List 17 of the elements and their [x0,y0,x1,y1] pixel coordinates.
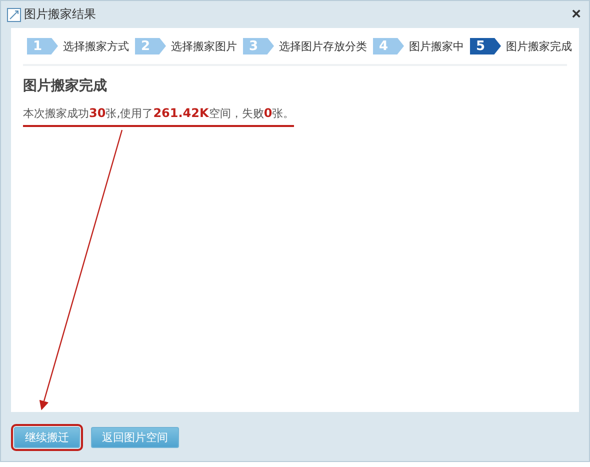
action-button[interactable]: 返回图片空间 [91,427,179,448]
window-title: 图片搬家结果 [24,6,97,23]
close-button[interactable]: × [572,6,581,22]
result-heading: 图片搬家完成 [23,77,108,95]
step-label: 选择搬家图片 [171,38,237,54]
step-label: 选择搬家方式 [63,38,129,54]
action-button[interactable]: 继续搬迁 [14,427,80,448]
step-number: 3 [243,38,274,54]
step-number: 5 [470,38,501,54]
result-message: 本次搬家成功30张,使用了261.42K空间，失败0张。 [23,106,294,127]
step-number: 1 [27,38,58,54]
step-number: 4 [373,38,404,54]
step-label: 图片搬家中 [409,38,464,54]
step-label: 选择图片存放分类 [279,38,367,54]
step-label: 图片搬家完成 [506,38,572,54]
picture-icon [7,8,21,22]
step-number: 2 [135,38,166,54]
